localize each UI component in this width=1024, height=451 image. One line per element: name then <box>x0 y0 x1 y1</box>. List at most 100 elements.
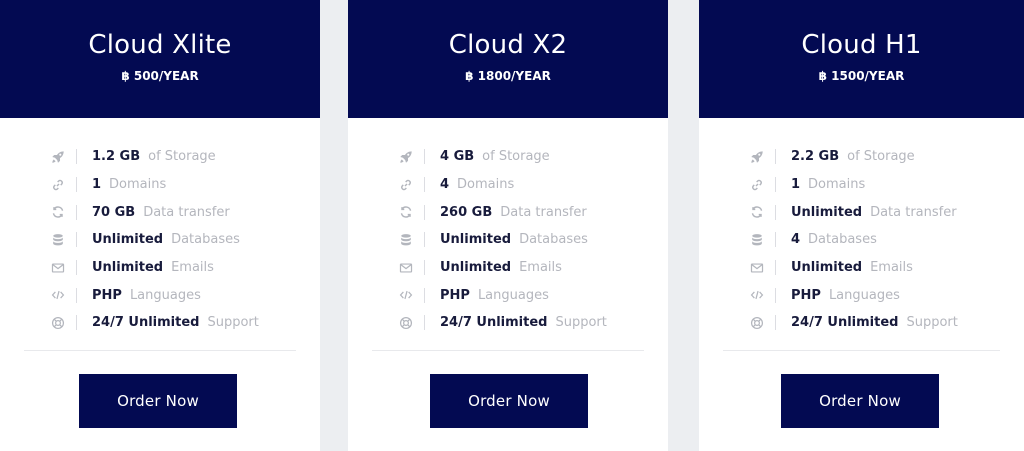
feature-support: 24/7 Unlimited Support <box>50 309 320 337</box>
feature-label: Domains <box>808 177 866 193</box>
feature-separator <box>76 287 77 303</box>
feature-label: Domains <box>457 177 515 193</box>
card-divider <box>372 350 644 351</box>
feature-separator <box>775 232 776 248</box>
feature-value: 1 <box>791 177 801 193</box>
rocket-icon <box>50 149 66 165</box>
plan-card-cloud-h1: Cloud H1 ฿ 1500/YEAR 2.2 GB of Storage 1D… <box>699 0 1024 451</box>
feature-label: of Storage <box>148 149 216 165</box>
feature-value: Unlimited <box>440 260 512 276</box>
feature-languages: PHP Languages <box>398 281 668 309</box>
feature-separator <box>76 149 77 165</box>
feature-label: Languages <box>477 287 549 303</box>
feature-databases: Unlimited Databases <box>50 226 320 254</box>
feature-data-transfer: 70 GB Data transfer <box>50 198 320 226</box>
feature-label: Languages <box>828 287 900 303</box>
feature-separator <box>76 232 77 248</box>
plan-header: Cloud X2 ฿ 1800/YEAR <box>348 0 668 118</box>
feature-label: Data transfer <box>500 204 587 220</box>
feature-label: Support <box>555 315 607 331</box>
pricing-plans: Cloud Xlite ฿ 500/YEAR 1.2 GB of Storage … <box>0 0 1024 451</box>
feature-label: Databases <box>171 232 240 248</box>
refresh-icon <box>749 204 765 220</box>
feature-separator <box>76 260 77 276</box>
feature-domains: 1 Domains <box>50 171 320 199</box>
feature-label: Emails <box>870 260 913 276</box>
code-icon <box>749 287 765 303</box>
feature-label: Domains <box>109 177 167 193</box>
code-icon <box>398 287 414 303</box>
plan-card-cloud-x2: Cloud X2 ฿ 1800/YEAR 4 GB of Storage 4 Dom… <box>348 0 668 451</box>
feature-label: of Storage <box>847 149 915 165</box>
feature-value: 4 <box>791 232 801 248</box>
feature-value: Unlimited <box>440 232 512 248</box>
refresh-icon <box>50 204 66 220</box>
feature-value: 1.2 GB <box>92 149 141 165</box>
feature-separator <box>76 204 77 220</box>
feature-value: Unlimited <box>92 232 164 248</box>
feature-label: Data transfer <box>870 204 957 220</box>
feature-value: PHP <box>92 287 122 303</box>
order-now-button[interactable]: Order Now <box>79 374 237 428</box>
feature-value: Unlimited <box>92 260 164 276</box>
feature-separator <box>775 260 776 276</box>
order-now-button[interactable]: Order Now <box>430 374 588 428</box>
feature-value: 24/7 Unlimited <box>791 315 899 331</box>
feature-value: Unlimited <box>791 204 863 220</box>
feature-list: 4 GB of Storage 4 Domains 260 GB Data trans… <box>398 143 668 337</box>
envelope-icon <box>50 260 66 276</box>
feature-domains: 4 Domains <box>398 171 668 199</box>
feature-emails: Unlimited Emails <box>398 254 668 282</box>
database-icon <box>398 232 414 248</box>
feature-emails: Unlimited Emails <box>50 254 320 282</box>
lifebuoy-icon <box>398 315 414 331</box>
feature-list: 2.2 GB of Storage 1 Domains Unlimited Data … <box>749 143 1024 337</box>
feature-storage: 4 GB of Storage <box>398 143 668 171</box>
feature-value: 2.2 GB <box>791 149 840 165</box>
lifebuoy-icon <box>50 315 66 331</box>
feature-databases: Unlimited Databases <box>398 226 668 254</box>
feature-storage: 2.2 GB of Storage <box>749 143 1024 171</box>
feature-storage: 1.2 GB of Storage <box>50 143 320 171</box>
feature-separator <box>775 177 776 193</box>
link-icon <box>749 177 765 193</box>
plan-price: ฿ 1800/YEAR <box>465 69 551 83</box>
refresh-icon <box>398 204 414 220</box>
link-icon <box>50 177 66 193</box>
feature-separator <box>775 315 776 331</box>
plan-card-cloud-xlite: Cloud Xlite ฿ 500/YEAR 1.2 GB of Storage … <box>0 0 320 451</box>
card-divider <box>24 350 296 351</box>
feature-value: 1 <box>92 177 102 193</box>
feature-separator <box>76 177 77 193</box>
order-now-button[interactable]: Order Now <box>781 374 939 428</box>
envelope-icon <box>749 260 765 276</box>
feature-label: Emails <box>519 260 562 276</box>
database-icon <box>749 232 765 248</box>
database-icon <box>50 232 66 248</box>
feature-data-transfer: 260 GB Data transfer <box>398 198 668 226</box>
code-icon <box>50 287 66 303</box>
feature-separator <box>424 177 425 193</box>
feature-separator <box>424 204 425 220</box>
feature-value: PHP <box>440 287 470 303</box>
feature-separator <box>424 149 425 165</box>
rocket-icon <box>749 149 765 165</box>
plan-header: Cloud Xlite ฿ 500/YEAR <box>0 0 320 118</box>
feature-separator <box>775 149 776 165</box>
plan-price: ฿ 500/YEAR <box>121 69 199 83</box>
envelope-icon <box>398 260 414 276</box>
lifebuoy-icon <box>749 315 765 331</box>
feature-separator <box>424 232 425 248</box>
link-icon <box>398 177 414 193</box>
feature-value: 70 GB <box>92 204 136 220</box>
feature-databases: 4 Databases <box>749 226 1024 254</box>
feature-languages: PHP Languages <box>50 281 320 309</box>
feature-separator <box>76 315 77 331</box>
plan-name: Cloud Xlite <box>88 30 232 60</box>
feature-label: Emails <box>171 260 214 276</box>
feature-separator <box>424 315 425 331</box>
feature-value: 4 GB <box>440 149 475 165</box>
card-divider <box>723 350 1000 351</box>
plan-price: ฿ 1500/YEAR <box>818 69 905 83</box>
feature-list: 1.2 GB of Storage 1 Domains 70 GB Data tran… <box>50 143 320 337</box>
